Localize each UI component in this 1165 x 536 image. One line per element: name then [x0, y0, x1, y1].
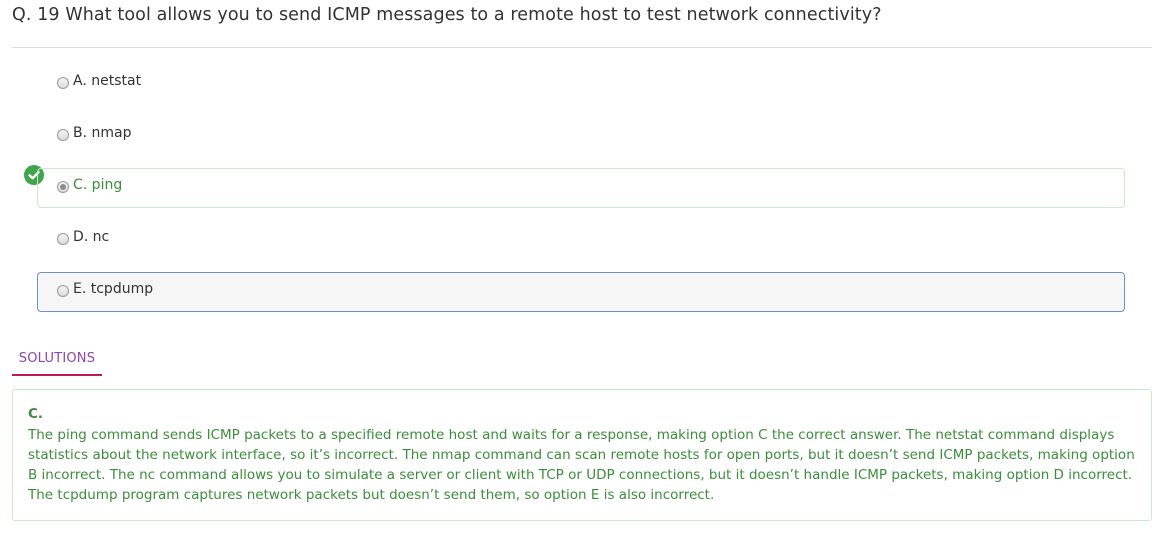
solution-panel: C. The ping command sends ICMP packets t…: [12, 389, 1152, 521]
solution-answer: C.: [28, 406, 44, 422]
option-e[interactable]: E. tcpdump: [37, 272, 1125, 312]
question-divider: [12, 47, 1152, 48]
radio-option-c[interactable]: [57, 181, 69, 193]
radio-option-a[interactable]: [57, 77, 69, 89]
option-b-label: B. nmap: [73, 125, 132, 141]
option-e-label: E. tcpdump: [73, 281, 154, 297]
radio-option-e[interactable]: [57, 285, 69, 297]
option-a[interactable]: A. netstat: [37, 64, 1125, 104]
option-d-label: D. nc: [73, 229, 110, 245]
radio-option-b[interactable]: [57, 129, 69, 141]
question-text: Q. 19 What tool allows you to send ICMP …: [12, 5, 882, 25]
radio-option-d[interactable]: [57, 233, 69, 245]
tab-solutions[interactable]: SOLUTIONS: [12, 351, 102, 376]
option-a-label: A. netstat: [73, 73, 142, 89]
option-c-label: C. ping: [73, 177, 123, 193]
option-c[interactable]: C. ping: [37, 168, 1125, 208]
option-d[interactable]: D. nc: [37, 220, 1125, 260]
option-b[interactable]: B. nmap: [37, 116, 1125, 156]
solution-explanation: The ping command sends ICMP packets to a…: [28, 427, 1135, 503]
